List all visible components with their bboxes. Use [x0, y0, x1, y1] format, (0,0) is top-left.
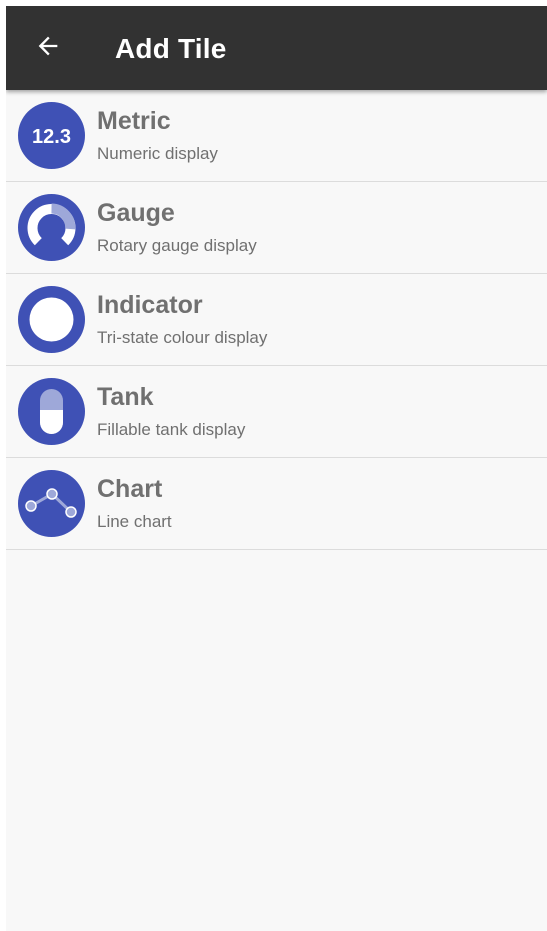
tank-icon	[18, 378, 85, 445]
tile-title: Indicator	[97, 291, 203, 319]
metric-icon-text: 12.3	[32, 126, 71, 148]
tile-title: Gauge	[97, 199, 175, 227]
tile-title: Tank	[97, 383, 154, 411]
app-bar: Add Tile	[6, 6, 547, 90]
arrow-left-icon	[34, 32, 62, 65]
tile-title: Metric	[97, 107, 171, 135]
tile-type-list: 12.3 Metric Numeric display Gauge Rotary…	[6, 90, 547, 550]
list-item-indicator[interactable]: Indicator Tri-state colour display	[6, 274, 547, 366]
metric-icon: 12.3	[18, 102, 85, 169]
gauge-icon	[18, 194, 85, 261]
chart-icon	[18, 470, 85, 537]
tile-subtitle: Line chart	[97, 512, 172, 531]
list-item-chart[interactable]: Chart Line chart	[6, 458, 547, 550]
indicator-icon	[18, 286, 85, 353]
tile-subtitle: Fillable tank display	[97, 420, 246, 439]
tile-subtitle: Tri-state colour display	[97, 328, 268, 347]
tile-subtitle: Numeric display	[97, 144, 218, 163]
list-item-metric[interactable]: 12.3 Metric Numeric display	[6, 90, 547, 182]
tile-title: Chart	[97, 475, 163, 503]
list-item-gauge[interactable]: Gauge Rotary gauge display	[6, 182, 547, 274]
list-item-tank[interactable]: Tank Fillable tank display	[6, 366, 547, 458]
tile-subtitle: Rotary gauge display	[97, 236, 257, 255]
page-title: Add Tile	[115, 33, 227, 64]
back-button[interactable]	[24, 24, 72, 72]
screen: Add Tile 12.3 Metric Numeric display Gau…	[6, 6, 547, 931]
